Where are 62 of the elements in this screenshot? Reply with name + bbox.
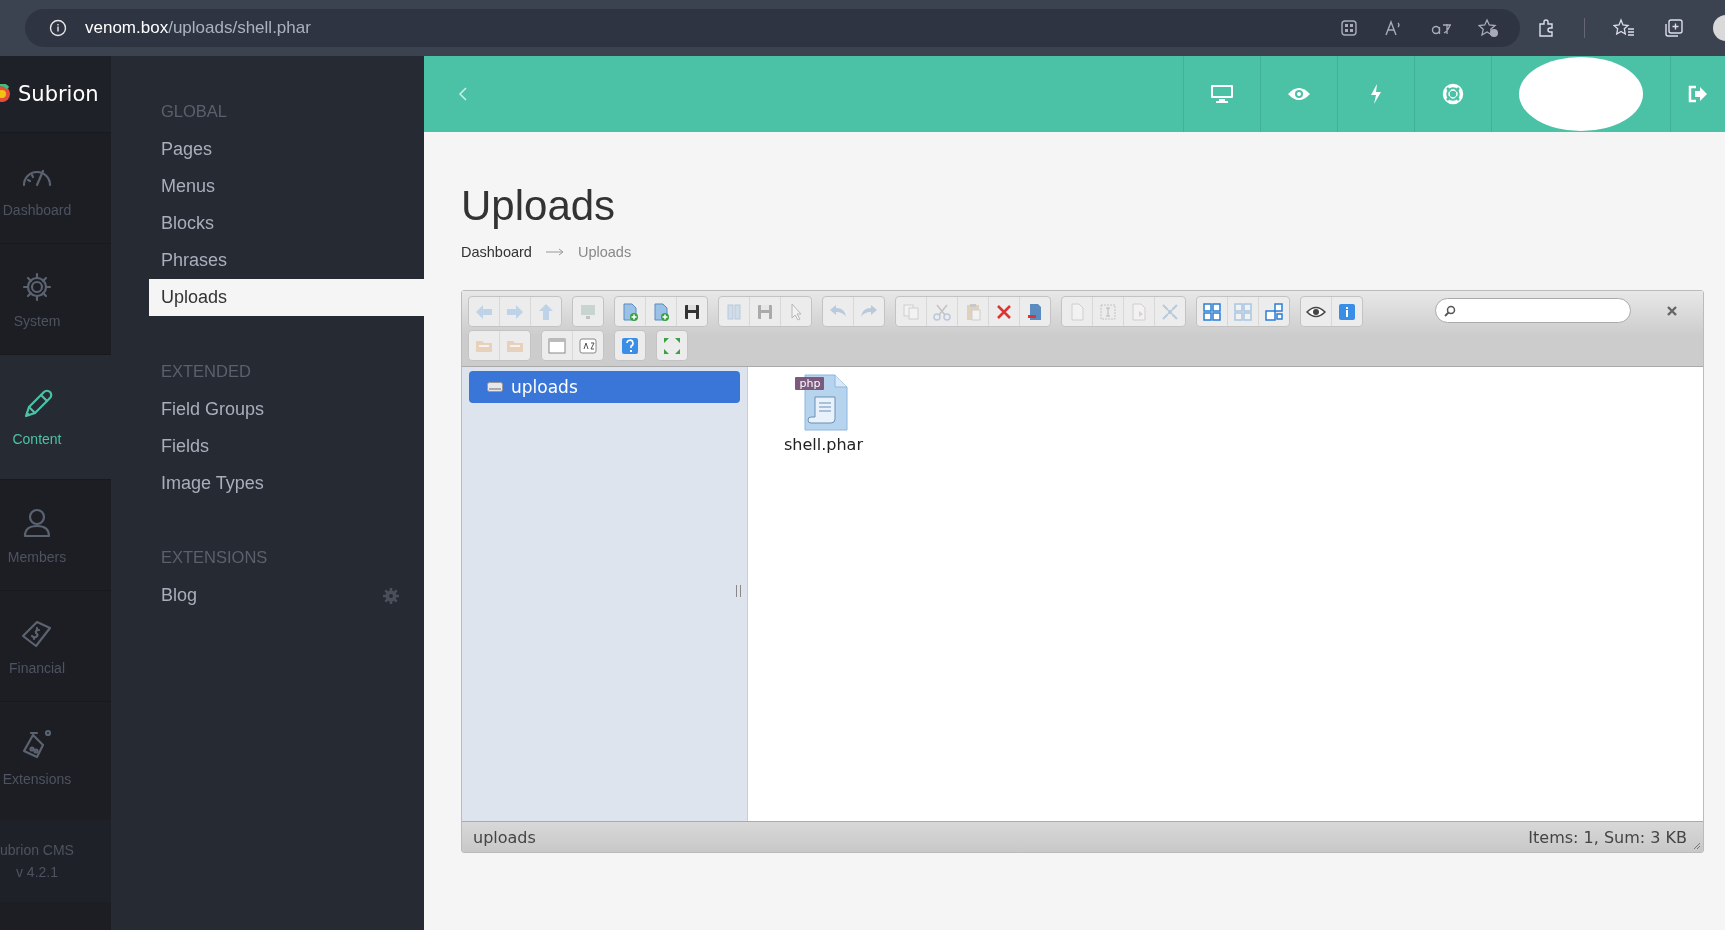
section-heading: EXTENSIONS — [160, 547, 269, 568]
file-arrow-icon — [1129, 301, 1149, 322]
address-bar[interactable]: venom.box/uploads/shell.phar — [25, 9, 1520, 47]
section-heading: EXTENDED — [160, 361, 252, 382]
breadcrumb-link[interactable]: Dashboard — [461, 244, 532, 260]
lifebuoy-icon — [1442, 83, 1464, 105]
section-heading: GLOBAL — [160, 101, 229, 122]
menu-item[interactable]: Field Groups — [149, 391, 424, 428]
lightning-icon — [1369, 83, 1383, 105]
current-path: uploads — [473, 827, 536, 847]
nav-item[interactable]: Content — [0, 354, 111, 479]
logo-icon — [0, 84, 12, 104]
eye-icon — [1287, 86, 1311, 102]
extensions-icon[interactable] — [1536, 18, 1556, 38]
version-text: v 4.2.1 — [16, 864, 58, 880]
file-plus-icon — [620, 301, 640, 322]
search-icon — [1444, 304, 1456, 317]
profile-avatar[interactable] — [1713, 15, 1725, 41]
sign-out-icon — [1688, 85, 1708, 103]
copy-icon — [901, 301, 921, 322]
arrow-right-icon — [545, 248, 564, 256]
chevron-left-icon[interactable] — [458, 87, 468, 101]
apps-icon[interactable] — [1340, 19, 1358, 37]
product-name: ubrion CMS — [0, 842, 74, 858]
menu-item[interactable]: Fields — [149, 428, 424, 465]
menu-item[interactable]: Image Types — [149, 465, 424, 502]
menu-item[interactable]: Blog — [149, 577, 424, 614]
menu-item[interactable]: Menus — [149, 168, 424, 205]
page-title: Uploads — [461, 182, 617, 230]
breadcrumb-link[interactable]: Uploads — [577, 244, 632, 260]
search-field[interactable] — [1435, 298, 1631, 323]
favorite-add-icon[interactable] — [1478, 18, 1500, 38]
text-cursor-icon — [1098, 301, 1118, 322]
info-icon — [1337, 301, 1357, 322]
tiles-icon — [1264, 301, 1284, 322]
brand-logo[interactable]: Subrion — [0, 56, 111, 132]
window-icon — [547, 335, 567, 356]
menu-item[interactable]: Phrases — [149, 242, 424, 279]
settings-icon[interactable] — [382, 586, 400, 605]
info-icon — [49, 19, 67, 37]
file-plus-icon — [651, 301, 671, 322]
resize-handle[interactable] — [736, 585, 741, 597]
expand-icon — [1160, 301, 1180, 322]
columns-icon — [724, 301, 744, 322]
collections-icon[interactable] — [1663, 18, 1685, 38]
resize-grip-icon[interactable] — [1693, 842, 1701, 850]
grid-icon — [1233, 301, 1253, 322]
url-text: venom.box/uploads/shell.phar — [85, 18, 312, 38]
close-icon[interactable] — [1667, 306, 1677, 316]
menu-item[interactable]: Pages — [149, 131, 424, 168]
favorites-icon[interactable] — [1613, 18, 1635, 38]
sort-icon — [578, 335, 598, 356]
drive-icon — [487, 382, 503, 392]
monitor-icon — [1210, 84, 1234, 104]
file-item[interactable]: php shell.phar — [776, 373, 871, 454]
help-icon — [620, 335, 640, 356]
folder-tree-item[interactable]: uploads — [469, 371, 740, 403]
menu-item[interactable]: Blocks — [149, 205, 424, 242]
items-summary: Items: 1, Sum: 3 KB — [1528, 827, 1687, 847]
fullscreen-icon — [662, 335, 682, 356]
menu-item[interactable]: Uploads — [149, 279, 424, 316]
grid-icon — [1202, 301, 1222, 322]
